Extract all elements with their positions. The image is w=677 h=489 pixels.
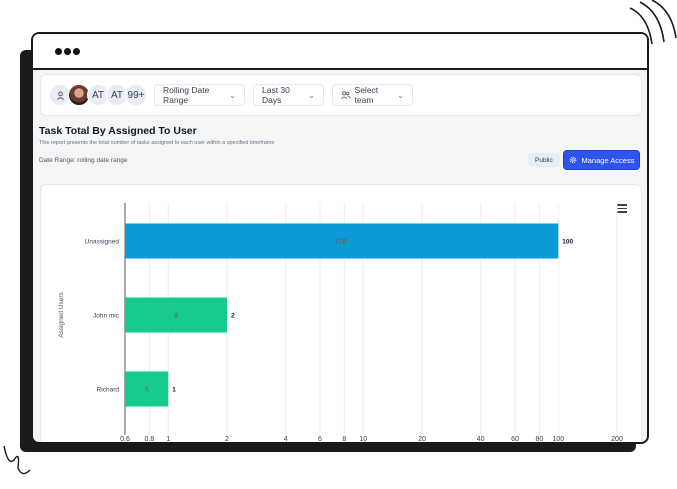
chevron-down-icon: ⌄ [229, 90, 236, 100]
window-dot-icon [64, 48, 71, 55]
x-tick-label: 4 [284, 436, 288, 443]
team-dropdown[interactable]: Select team ⌄ [332, 84, 413, 106]
category-label: Richard [97, 387, 120, 394]
x-tick-label: 6 [318, 436, 322, 443]
x-tick-label: 2 [225, 436, 229, 443]
app-window: AT AT 99+ Rolling Date Range ⌄ Last 30 D… [31, 32, 649, 444]
users-icon [341, 91, 351, 99]
avatar-initials-label: AT [91, 89, 105, 101]
date-range-dropdown-label: Rolling Date Range [163, 85, 210, 105]
filter-toolbar: AT AT 99+ Rolling Date Range ⌄ Last 30 D… [40, 74, 642, 116]
date-range-dropdown[interactable]: Rolling Date Range ⌄ [154, 84, 245, 106]
window-dot-icon [73, 48, 80, 55]
avatar-initials-label: AT [110, 89, 124, 101]
x-tick-label: 1 [166, 436, 170, 443]
report-date-range: Date Range: rolling date range [39, 157, 128, 164]
x-tick-label: 0.8 [144, 436, 154, 443]
gear-icon [569, 156, 576, 164]
avatar-overflow-count[interactable]: 99+ [125, 84, 147, 106]
window-dot-icon [55, 48, 62, 55]
x-tick-label: 80 [535, 436, 543, 443]
bar-inner-value-label: 100 [336, 239, 347, 246]
manage-access-button[interactable]: Manage Access [563, 150, 640, 170]
x-tick-label: 20 [418, 436, 426, 443]
bar-inner-value-label: 1 [145, 387, 149, 394]
chevron-down-icon: ⌄ [308, 90, 315, 100]
x-tick-label: 10 [359, 436, 367, 443]
x-tick-label: 100 [552, 436, 564, 443]
category-label: Unassigned [85, 239, 120, 246]
visibility-badge: Public [528, 153, 560, 167]
user-icon [56, 91, 64, 100]
bar-value-label: 1 [172, 387, 176, 394]
chart-card: 0.6 0.8 1 2 4 6 8 10 20 40 60 80 100 200 Assigned User… [40, 184, 642, 443]
team-dropdown-label: Select team [354, 85, 379, 105]
period-dropdown[interactable]: Last 30 Days ⌄ [253, 84, 324, 106]
chevron-down-icon: ⌄ [397, 90, 404, 100]
manage-access-label: Manage Access [581, 155, 635, 165]
report-title: Task Total By Assigned To User [39, 125, 197, 137]
bar-value-label: 2 [231, 313, 235, 320]
period-dropdown-label: Last 30 Days [262, 85, 290, 105]
x-tick-label: 60 [511, 436, 519, 443]
bar-value-label: 100 [562, 239, 573, 246]
report-description: This report presents the total number of… [39, 140, 275, 146]
category-label: John mic [93, 313, 120, 320]
y-axis-title: Assigned Users [58, 291, 65, 337]
avatar-overflow-label: 99+ [127, 89, 145, 101]
x-tick-label: 40 [477, 436, 485, 443]
bar-chart: 0.6 0.8 1 2 4 6 8 10 20 40 60 80 100 200 Assigned User… [58, 203, 623, 443]
x-tick-label: 8 [342, 436, 346, 443]
bar-inner-value-label: 2 [174, 313, 178, 320]
x-tick-label: 200 [611, 436, 623, 443]
window-titlebar [33, 34, 647, 70]
x-tick-label: 0.6 [120, 436, 130, 443]
